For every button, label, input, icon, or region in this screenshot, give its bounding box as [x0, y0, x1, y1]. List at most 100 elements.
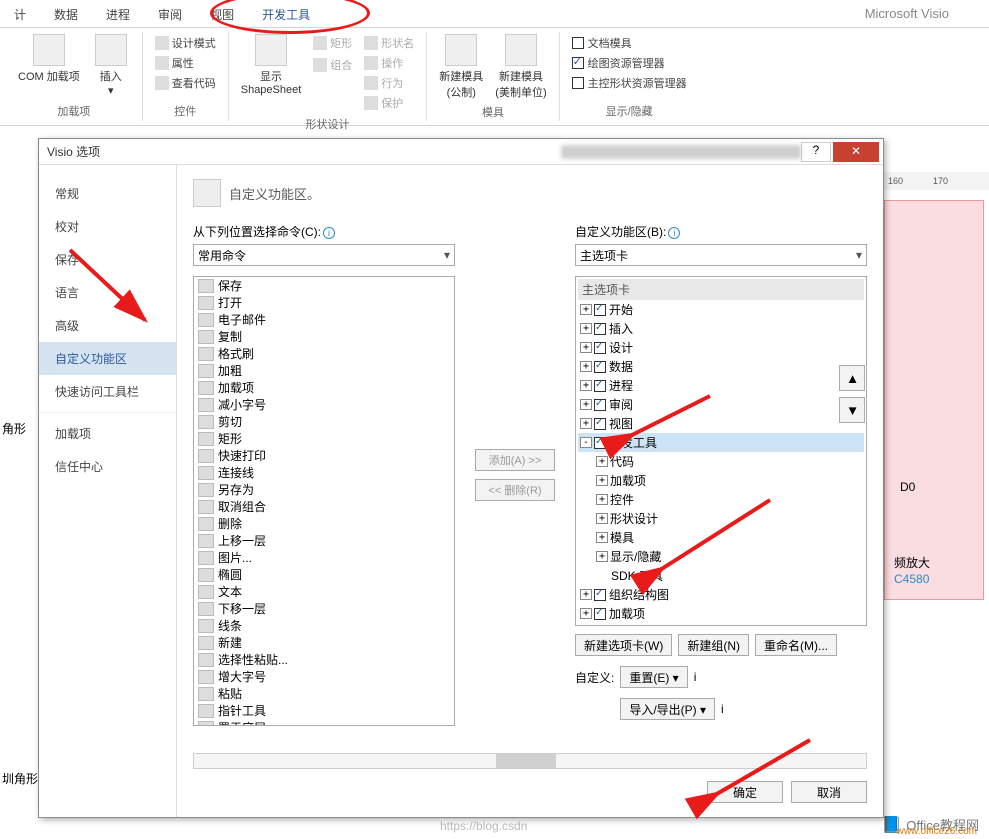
- list-item[interactable]: 格式刷: [194, 345, 454, 362]
- expand-icon[interactable]: +: [580, 361, 592, 372]
- list-item[interactable]: 线条: [194, 617, 454, 634]
- view-code-button[interactable]: 查看代码: [151, 74, 220, 92]
- list-item[interactable]: 增大字号: [194, 668, 454, 685]
- new-tab-button[interactable]: 新建选项卡(W): [575, 634, 672, 656]
- combo-button[interactable]: 组合: [309, 56, 356, 74]
- tab-ji[interactable]: 计: [0, 0, 40, 27]
- tree-item[interactable]: -开发工具: [578, 433, 864, 452]
- shapesheet-button[interactable]: 显示ShapeSheet: [235, 32, 308, 98]
- nav-advanced[interactable]: 高级: [39, 309, 176, 342]
- expand-icon[interactable]: +: [596, 513, 608, 524]
- expand-icon[interactable]: +: [596, 494, 608, 505]
- tree-item[interactable]: +加载项: [578, 471, 864, 490]
- rect-button[interactable]: 矩形: [309, 34, 356, 52]
- list-item[interactable]: 新建: [194, 634, 454, 651]
- list-item[interactable]: 取消组合: [194, 498, 454, 515]
- master-mgr-check[interactable]: 主控形状资源管理器: [568, 74, 691, 92]
- nav-language[interactable]: 语言: [39, 276, 176, 309]
- tree-item[interactable]: +组织结构图: [578, 585, 864, 604]
- tab-data[interactable]: 数据: [40, 0, 92, 27]
- list-item[interactable]: 删除: [194, 515, 454, 532]
- tab-view[interactable]: 视图: [196, 0, 248, 27]
- doc-stencil-check[interactable]: 文档模具: [568, 34, 691, 52]
- info-icon[interactable]: i: [721, 702, 724, 716]
- list-item[interactable]: 连接线: [194, 464, 454, 481]
- expand-icon[interactable]: -: [580, 437, 592, 448]
- list-item[interactable]: 复制: [194, 328, 454, 345]
- nav-proofing[interactable]: 校对: [39, 210, 176, 243]
- tree-item[interactable]: +控件: [578, 490, 864, 509]
- expand-icon[interactable]: +: [596, 551, 608, 562]
- expand-icon[interactable]: +: [580, 418, 592, 429]
- ok-button[interactable]: 确定: [707, 781, 783, 803]
- operate-button[interactable]: 操作: [360, 54, 418, 72]
- tree-item[interactable]: +审阅: [578, 395, 864, 414]
- commands-dropdown[interactable]: 常用命令: [193, 244, 455, 266]
- list-item[interactable]: 粘贴: [194, 685, 454, 702]
- move-up-button[interactable]: ▲: [839, 365, 865, 391]
- remove-button[interactable]: << 删除(R): [475, 479, 555, 501]
- list-item[interactable]: 文本: [194, 583, 454, 600]
- import-export-button[interactable]: 导入/导出(P) ▾: [620, 698, 715, 720]
- tab-developer[interactable]: 开发工具: [248, 0, 324, 27]
- expand-icon[interactable]: +: [580, 380, 592, 391]
- rename-button[interactable]: 重命名(M)...: [755, 634, 837, 656]
- move-down-button[interactable]: ▼: [839, 397, 865, 423]
- list-item[interactable]: 选择性粘贴...: [194, 651, 454, 668]
- list-item[interactable]: 上移一层: [194, 532, 454, 549]
- info-icon[interactable]: i: [694, 670, 697, 684]
- tab-review[interactable]: 审阅: [144, 0, 196, 27]
- list-item[interactable]: 快速打印: [194, 447, 454, 464]
- checkbox[interactable]: [594, 437, 606, 449]
- nav-trust[interactable]: 信任中心: [39, 450, 176, 483]
- list-item[interactable]: 保存: [194, 277, 454, 294]
- tree-item[interactable]: +开始: [578, 300, 864, 319]
- tab-process[interactable]: 进程: [92, 0, 144, 27]
- insert-button[interactable]: 插入▾: [86, 32, 136, 99]
- checkbox[interactable]: [594, 589, 606, 601]
- expand-icon[interactable]: +: [596, 475, 608, 486]
- new-stencil-us-button[interactable]: 新建模具 (美制单位): [489, 32, 552, 102]
- expand-icon[interactable]: +: [580, 342, 592, 353]
- list-item[interactable]: 图片...: [194, 549, 454, 566]
- checkbox[interactable]: [594, 608, 606, 620]
- tree-item[interactable]: +模具: [578, 528, 864, 547]
- ribbon-tree[interactable]: 主选项卡 +开始+插入+设计+数据+进程+审阅+视图-开发工具+代码+加载项+控…: [575, 276, 867, 626]
- tree-item[interactable]: +显示/隐藏: [578, 547, 864, 566]
- properties-button[interactable]: 属性: [151, 54, 220, 72]
- drawing-mgr-check[interactable]: 绘图资源管理器: [568, 54, 691, 72]
- list-item[interactable]: 打开: [194, 294, 454, 311]
- expand-icon[interactable]: +: [580, 589, 592, 600]
- tree-item[interactable]: SDK 工具: [578, 566, 864, 585]
- tree-item[interactable]: +形状设计: [578, 509, 864, 528]
- nav-customize-ribbon[interactable]: 自定义功能区: [39, 342, 176, 375]
- com-addins-button[interactable]: COM 加载项: [12, 32, 86, 86]
- commands-listbox[interactable]: 保存打开电子邮件复制格式刷加粗加载项减小字号剪切矩形快速打印连接线另存为取消组合…: [193, 276, 455, 726]
- list-item[interactable]: 加载项: [194, 379, 454, 396]
- behave-button[interactable]: 行为: [360, 74, 418, 92]
- checkbox[interactable]: [594, 323, 606, 335]
- list-item[interactable]: 电子邮件: [194, 311, 454, 328]
- tree-item[interactable]: +模具: [578, 623, 864, 626]
- info-icon[interactable]: i: [323, 227, 335, 239]
- checkbox[interactable]: [594, 399, 606, 411]
- expand-icon[interactable]: +: [580, 608, 592, 619]
- close-button[interactable]: ✕: [833, 142, 879, 162]
- nav-addins[interactable]: 加载项: [39, 412, 176, 450]
- list-item[interactable]: 下移一层: [194, 600, 454, 617]
- info-icon[interactable]: i: [668, 227, 680, 239]
- tree-item[interactable]: +进程: [578, 376, 864, 395]
- expand-icon[interactable]: +: [580, 399, 592, 410]
- shapename-button[interactable]: 形状名: [360, 34, 418, 52]
- protect-button[interactable]: 保护: [360, 94, 418, 112]
- expand-icon[interactable]: +: [580, 323, 592, 334]
- expand-icon[interactable]: +: [580, 304, 592, 315]
- tabs-dropdown[interactable]: 主选项卡: [575, 244, 867, 266]
- checkbox[interactable]: [594, 361, 606, 373]
- list-item[interactable]: 加粗: [194, 362, 454, 379]
- list-item[interactable]: 另存为: [194, 481, 454, 498]
- tree-item[interactable]: +插入: [578, 319, 864, 338]
- expand-icon[interactable]: +: [596, 456, 608, 467]
- nav-general[interactable]: 常规: [39, 177, 176, 210]
- checkbox[interactable]: [594, 304, 606, 316]
